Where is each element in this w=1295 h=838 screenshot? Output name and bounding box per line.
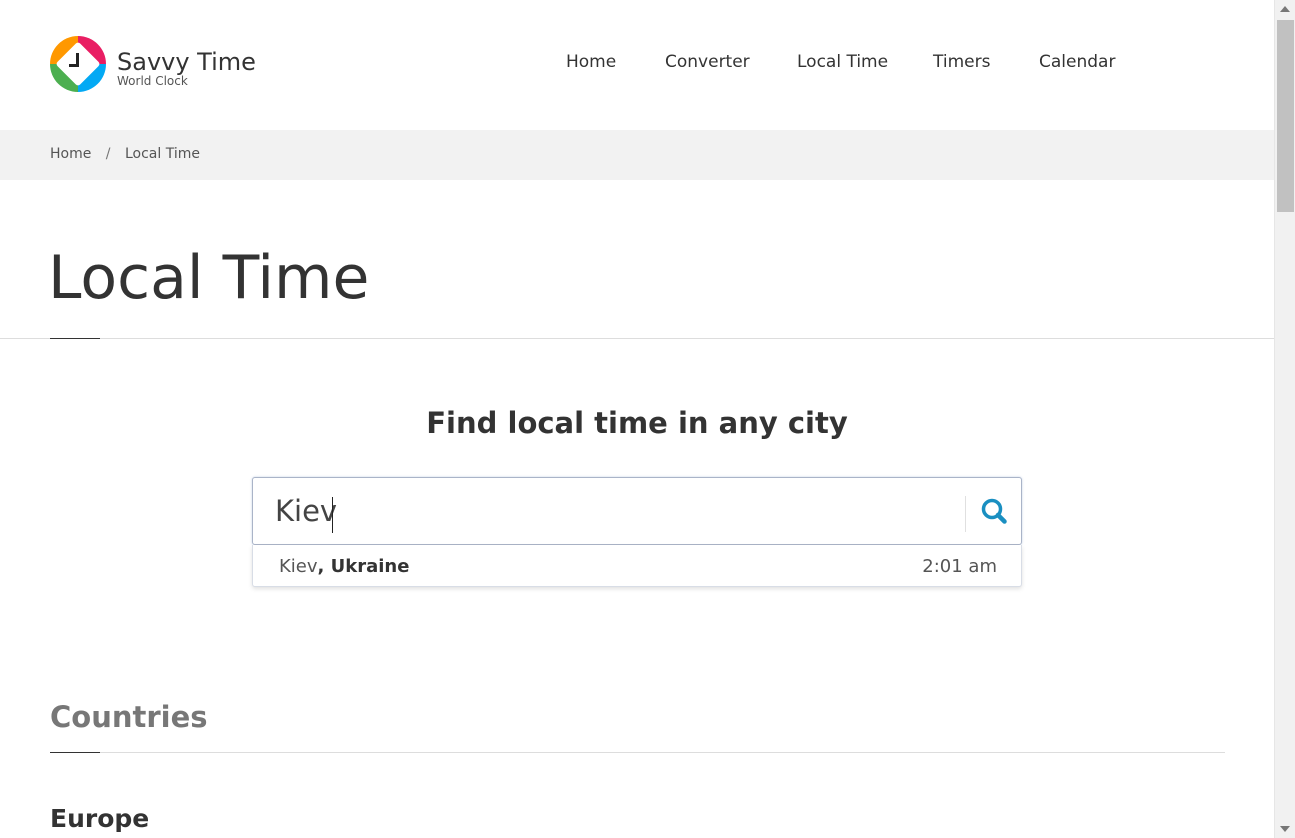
scroll-thumb[interactable]	[1277, 20, 1294, 212]
vertical-scrollbar[interactable]	[1274, 0, 1295, 838]
search-suggestions: Kiev, Ukraine 2:01 am	[252, 545, 1022, 587]
text-caret	[332, 497, 333, 533]
breadcrumb-current: Local Time	[124, 146, 200, 162]
nav-calendar[interactable]: Calendar	[1039, 52, 1115, 72]
breadcrumb-home[interactable]: Home	[50, 146, 91, 162]
search-icon	[981, 498, 1007, 524]
suggestion-time: 2:01 am	[922, 556, 997, 577]
nav-timers[interactable]: Timers	[933, 52, 990, 72]
search-divider	[965, 496, 966, 532]
search-heading: Find local time in any city	[426, 406, 848, 440]
clock-logo-icon	[50, 36, 106, 92]
region-heading: Europe	[50, 804, 150, 833]
site-header: Savvy Time World Clock Home Converter Lo…	[0, 0, 1274, 130]
scroll-down-arrow-icon[interactable]	[1280, 826, 1290, 832]
suggestion-separator: ,	[317, 556, 331, 577]
city-search-box	[252, 477, 1022, 545]
page: Savvy Time World Clock Home Converter Lo…	[0, 0, 1274, 838]
suggestion-item[interactable]: Kiev, Ukraine 2:01 am	[253, 545, 1021, 587]
countries-heading: Countries	[50, 700, 208, 734]
brand-name: Savvy Time	[117, 48, 256, 76]
city-search-input[interactable]	[275, 490, 955, 532]
search-button[interactable]	[975, 494, 1015, 530]
breadcrumb-separator: /	[105, 146, 111, 162]
countries-divider	[50, 752, 1225, 753]
breadcrumb: Home / Local Time	[0, 130, 1274, 180]
title-accent-line	[50, 338, 100, 339]
site-logo[interactable]: Savvy Time World Clock	[50, 36, 256, 94]
page-title: Local Time	[48, 243, 370, 313]
suggestion-city: Kiev	[279, 556, 318, 577]
nav-home[interactable]: Home	[566, 52, 616, 72]
brand-tagline: World Clock	[117, 74, 188, 88]
suggestion-country: Ukraine	[330, 556, 410, 577]
countries-accent-line	[50, 752, 100, 753]
scroll-up-arrow-icon[interactable]	[1280, 6, 1290, 12]
title-divider	[0, 338, 1274, 339]
nav-local-time[interactable]: Local Time	[797, 52, 888, 72]
nav-converter[interactable]: Converter	[665, 52, 750, 72]
